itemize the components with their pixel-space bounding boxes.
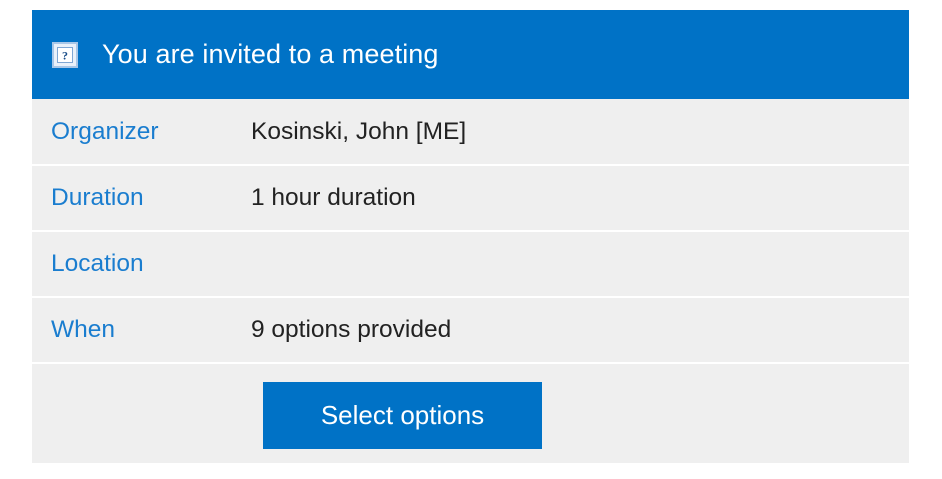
question-icon: ? — [52, 41, 78, 68]
invite-title: You are invited to a meeting — [102, 39, 439, 69]
detail-row-location: Location — [32, 232, 909, 298]
invite-header: ? You are invited to a meeting — [32, 10, 909, 99]
svg-text:?: ? — [62, 48, 68, 62]
detail-value: Kosinski, John [ME] — [251, 117, 467, 145]
detail-row-duration: Duration 1 hour duration — [32, 166, 909, 232]
action-row: Select options — [32, 364, 909, 463]
meeting-invite-card: ? You are invited to a meeting Organizer… — [32, 10, 909, 463]
detail-row-when: When 9 options provided — [32, 298, 909, 364]
detail-label: When — [51, 316, 116, 343]
select-options-button[interactable]: Select options — [263, 382, 542, 449]
detail-label: Organizer — [51, 117, 159, 145]
detail-value: 1 hour duration — [251, 184, 416, 211]
detail-label: Duration — [51, 184, 144, 211]
details-list: Organizer Kosinski, John [ME] Duration 1… — [32, 99, 909, 364]
detail-value: 9 options provided — [251, 316, 452, 343]
detail-row-organizer: Organizer Kosinski, John [ME] — [32, 99, 909, 166]
detail-label: Location — [51, 250, 144, 277]
